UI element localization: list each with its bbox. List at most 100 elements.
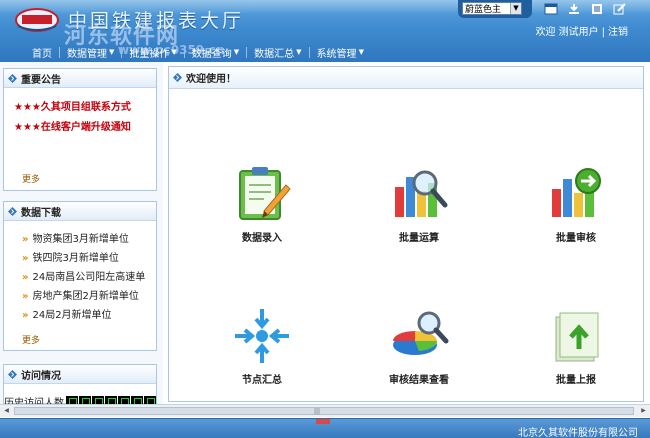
download-text: 物资集团3月新增单位 [32,234,129,245]
nav-item-batch-operations[interactable]: 批量操作 ▼ [125,45,180,60]
nav-item-data-summary[interactable]: 数据汇总 ▼ [250,45,305,60]
download-text: 铁四院3月新增单位 [32,253,119,264]
download-item[interactable]: » 24局2月新增单位 [4,306,156,321]
welcome-text: 欢迎 测试用户 [535,27,599,38]
func-data-entry[interactable]: 数据录入 [217,165,307,244]
notice-item[interactable]: ★★★在线客户端升级通知 [4,118,131,133]
welcome-title: 欢迎使用！ [186,74,236,85]
nav-item-home[interactable]: 首页 [28,45,56,60]
downloads-title: 数据下载 [21,207,61,219]
download-item[interactable]: » 房地产集团2月新增单位 [4,287,156,302]
scrollbar-grip-icon: ||| [314,408,321,415]
bullet-icon: » [22,253,29,264]
bullet-icon: » [22,291,29,302]
caret-down-icon: ▼ [358,48,364,56]
func-review-results[interactable]: 审核结果查看 [374,307,464,386]
download-text: 24局南昌公司阳左高速单 [32,272,146,283]
func-label: 节点汇总 [242,375,282,386]
nav-label: 数据查询 [191,48,232,60]
func-label: 批量上报 [556,375,596,386]
nav-divider [183,46,185,58]
diamond-arrow-icon [173,73,182,82]
welcome-panel: 欢迎使用！ 数据录入 批量运算 批量审核 节点汇总 审核结果查看 批量上报 [168,66,644,402]
nav-item-system-management[interactable]: 系统管理 ▼ [313,45,368,60]
notices-title: 重要公告 [21,74,61,86]
horizontal-scrollbar[interactable]: ◀ ||| ▶ [0,404,650,417]
download-item[interactable]: » 物资集团3月新增单位 [4,230,156,245]
chart-magnifier-icon [395,170,448,217]
main-nav: 首页 数据管理 ▼ 批量操作 ▼ 数据查询 ▼ 数据汇总 ▼ 系统管理 ▼ [28,44,368,60]
nav-item-data-management[interactable]: 数据管理 ▼ [63,45,118,60]
caret-down-icon: ▼ [233,48,240,56]
scrollbar-thumb[interactable] [14,407,634,415]
clipboard-icon [239,167,291,220]
footer-copyright: 北京久其软件股份有限公司 [518,428,638,438]
func-node-summary[interactable]: 节点汇总 [217,307,307,386]
chevron-down-icon: ▼ [510,3,521,14]
caret-down-icon: ▼ [296,48,302,56]
nav-item-data-query[interactable]: 数据查询 ▼ [188,45,243,60]
diamond-arrow-icon [8,206,17,216]
welcome-panel-header: 欢迎使用！ [169,67,643,89]
welcome-bar: 欢迎 测试用户 | 注销 [535,23,628,38]
theme-box: 蔚蓝色主 ▼ [458,0,532,18]
nav-label: 数据管理 [67,48,107,60]
visits-title: 访问情况 [21,370,61,382]
bullet-icon: » [22,310,29,321]
nav-divider [121,46,123,58]
downloads-panel: 数据下载 » 物资集团3月新增单位 » 铁四院3月新增单位 » 24局南昌公司阳左高速… [3,201,157,351]
func-batch-review[interactable]: 批量审核 [531,165,621,244]
notice-text: 久其项目组联系方式 [40,102,131,113]
download-text: 24局2月新增单位 [32,310,112,321]
list-icon[interactable] [588,2,606,16]
notices-panel-header: 重要公告 [4,69,156,88]
nav-label: 系统管理 [316,48,357,60]
nav-divider [246,46,248,58]
edit-icon[interactable] [611,2,629,16]
notice-text: 在线客户端升级通知 [40,122,131,133]
nav-label: 数据汇总 [254,48,295,60]
download-icon[interactable] [565,2,583,16]
notice-item[interactable]: ★★★久其项目组联系方式 [4,98,131,113]
caret-down-icon: ▼ [171,48,177,56]
downloads-more-link[interactable]: 更多 [4,333,40,346]
logout-link[interactable]: 注销 [608,27,628,38]
scroll-left-icon[interactable]: ◀ [1,406,12,416]
left-sidebar: 重要公告 ★★★久其项目组联系方式 ★★★在线客户端升级通知 更多 数据下载 »… [0,62,163,404]
app-header: 中国铁建报表大厅 河东软件网 www.pc0359.cn 蔚蓝色主 ▼ 欢迎 测… [0,0,650,62]
upload-sheet-icon [555,312,599,362]
download-item[interactable]: » 24局南昌公司阳左高速单 [4,268,156,283]
notice-stars: ★★★ [14,122,41,133]
pie-magnifier-icon [393,311,449,355]
download-item[interactable]: » 铁四院3月新增单位 [4,249,156,264]
caret-down-icon: ▼ [109,48,115,56]
footer-tab[interactable] [316,419,330,424]
top-toolbar [542,2,629,16]
nav-label: 批量操作 [129,48,170,60]
window-icon[interactable] [542,2,560,16]
download-text: 房地产集团2月新增单位 [32,291,139,302]
visits-panel-header: 访问情况 [4,365,156,384]
notice-stars: ★★★ [14,102,41,113]
nav-label: 首页 [32,48,52,60]
downloads-panel-header: 数据下载 [4,202,156,221]
diamond-arrow-icon [8,369,17,379]
footer-bar: 北京久其软件股份有限公司 [0,418,650,438]
diamond-arrow-icon [8,73,17,83]
func-batch-compute[interactable]: 批量运算 [374,165,464,244]
bullet-icon: » [22,272,29,283]
logo-icon [15,8,59,32]
nav-divider [308,46,310,58]
func-batch-upload[interactable]: 批量上报 [531,307,621,386]
notices-more-link[interactable]: 更多 [4,172,40,185]
func-label: 批量审核 [556,233,596,244]
theme-select[interactable]: 蔚蓝色主 ▼ [462,2,522,15]
nav-divider [59,46,60,58]
func-label: 批量运算 [399,233,439,244]
welcome-separator: | [601,27,605,38]
scroll-right-icon[interactable]: ▶ [638,406,649,416]
converge-arrows-icon [235,309,289,363]
func-label: 数据录入 [242,233,282,244]
notices-panel: 重要公告 ★★★久其项目组联系方式 ★★★在线客户端升级通知 更多 [3,68,157,191]
bullet-icon: » [22,234,29,245]
